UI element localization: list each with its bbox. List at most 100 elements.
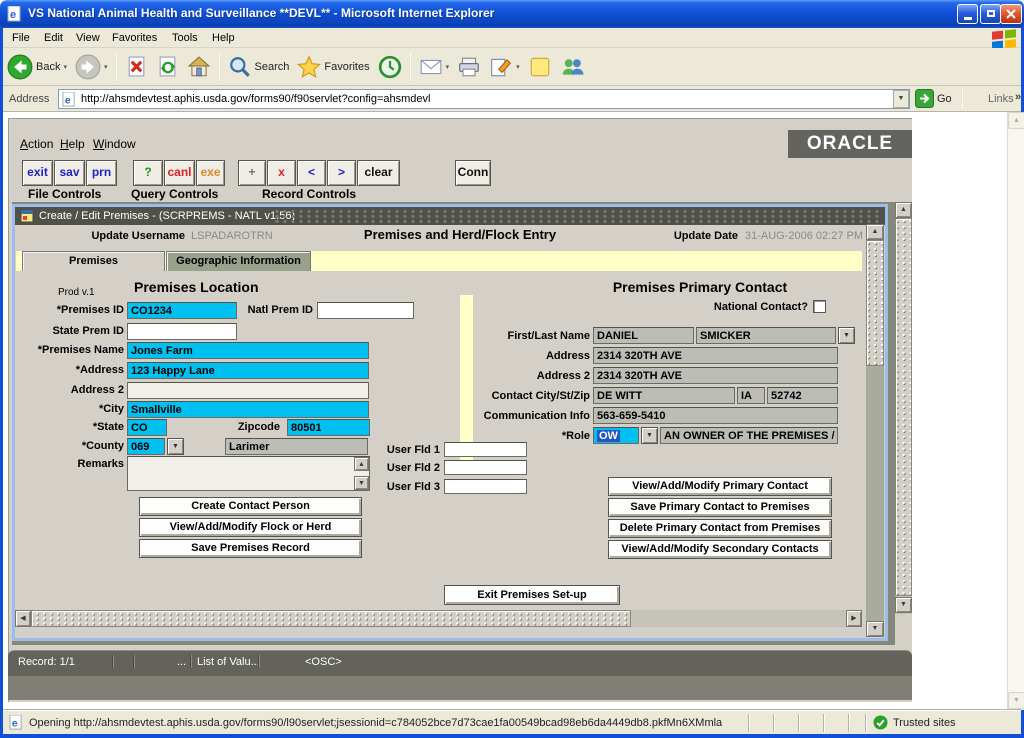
remarks-scroll-up-icon[interactable]: ▲ <box>354 457 369 471</box>
execute-query-button[interactable]: exe <box>196 160 225 186</box>
address-input[interactable]: e http://ahsmdevtest.aphis.usda.gov/form… <box>58 89 910 109</box>
horizontal-scrollbar-thumb[interactable] <box>31 610 631 627</box>
history-button[interactable] <box>374 53 406 81</box>
remarks-textarea[interactable] <box>127 456 370 491</box>
contact-address-field[interactable]: 2314 320TH AVE <box>593 347 838 364</box>
menu-file[interactable]: File <box>8 31 34 45</box>
inner-scroll-down-icon[interactable]: ▼ <box>866 621 884 637</box>
messenger-button[interactable] <box>556 53 588 81</box>
first-name-field[interactable]: DANIEL <box>593 327 694 344</box>
delete-record-button[interactable]: x <box>267 160 296 186</box>
add-record-button[interactable]: + <box>238 160 266 186</box>
applet-vertical-scrollbar-thumb[interactable] <box>895 218 912 596</box>
view-add-modify-secondary-contacts-button[interactable]: View/Add/Modify Secondary Contacts <box>608 540 832 559</box>
view-add-modify-primary-contact-button[interactable]: View/Add/Modify Primary Contact <box>608 477 832 496</box>
user-fld-3-field[interactable] <box>444 479 527 494</box>
restore-button[interactable] <box>980 4 1001 24</box>
next-record-button[interactable]: > <box>327 160 356 186</box>
save-premises-record-button[interactable]: Save Premises Record <box>139 539 362 558</box>
save-primary-contact-button[interactable]: Save Primary Contact to Premises <box>608 498 832 517</box>
favorites-button[interactable]: Favorites <box>293 53 373 81</box>
applet-scroll-up-icon[interactable]: ▲ <box>895 202 912 218</box>
contact-state-field[interactable]: IA <box>737 387 765 404</box>
delete-primary-contact-button[interactable]: Delete Primary Contact from Premises <box>608 519 832 538</box>
enter-query-button[interactable]: ? <box>133 160 163 186</box>
close-icon <box>1001 5 1021 23</box>
menu-tools[interactable]: Tools <box>168 31 202 45</box>
menu-favorites[interactable]: Favorites <box>108 31 161 45</box>
last-name-field[interactable]: SMICKER <box>696 327 836 344</box>
contact-address-label: Address <box>450 350 590 362</box>
conn-button[interactable]: Conn <box>455 160 491 186</box>
premises-id-field[interactable]: CO1234 <box>127 302 237 319</box>
user-fld-2-label: User Fld 2 <box>380 462 440 474</box>
save-button[interactable]: sav <box>54 160 85 186</box>
state-prem-id-field[interactable] <box>127 323 237 340</box>
premises-name-field[interactable]: Jones Farm <box>127 342 369 359</box>
back-button[interactable]: Back ▾ <box>3 52 71 82</box>
inner-scroll-up-icon[interactable]: ▲ <box>866 224 884 240</box>
browser-scrollbar[interactable]: ▲ ▼ <box>1007 112 1024 710</box>
user-fld-2-field[interactable] <box>444 460 527 475</box>
links-chevron-icon[interactable]: » <box>1015 91 1021 103</box>
communication-info-field[interactable]: 563-659-5410 <box>593 407 838 424</box>
county-field[interactable]: 069 <box>127 438 165 455</box>
contact-name-dropdown-button[interactable]: ▼ <box>838 327 855 344</box>
inner-vertical-scrollbar-thumb[interactable] <box>866 240 884 366</box>
user-fld-1-field[interactable] <box>444 442 527 457</box>
view-add-modify-flock-or-herd-button[interactable]: View/Add/Modify Flock or Herd <box>139 518 362 537</box>
tab-geographic-information[interactable]: Geographic Information <box>166 251 311 271</box>
applet-scroll-down-icon[interactable]: ▼ <box>895 597 912 613</box>
close-button[interactable] <box>1000 4 1022 24</box>
menu-help[interactable]: Help <box>208 31 239 45</box>
print-button[interactable] <box>453 53 485 81</box>
address2-field[interactable] <box>127 382 369 399</box>
links-label[interactable]: Links <box>988 93 1014 105</box>
scroll-right-icon[interactable]: ▶ <box>846 610 862 627</box>
county-dropdown-button[interactable]: ▼ <box>167 438 184 455</box>
scroll-left-icon[interactable]: ◀ <box>15 610 31 627</box>
stop-button[interactable] <box>121 53 152 80</box>
ie-window: e VS National Animal Health and Surveill… <box>0 0 1024 738</box>
go-button[interactable]: Go <box>915 89 952 108</box>
menu-view[interactable]: View <box>72 31 104 45</box>
city-field[interactable]: Smallville <box>127 401 369 418</box>
address-field[interactable]: 123 Happy Lane <box>127 362 369 379</box>
tab-premises[interactable]: Premises <box>22 251 165 271</box>
contact-city-field[interactable]: DE WITT <box>593 387 735 404</box>
home-button[interactable] <box>183 53 215 81</box>
role-dropdown-button[interactable]: ▼ <box>641 427 658 444</box>
mail-button[interactable]: ▾ <box>415 53 454 81</box>
zipcode-field[interactable]: 80501 <box>287 419 370 436</box>
print-record-button[interactable]: prn <box>86 160 117 186</box>
back-dropdown-icon: ▾ <box>63 63 67 71</box>
exit-button[interactable]: exit <box>22 160 53 186</box>
national-contact-checkbox[interactable] <box>813 300 826 313</box>
state-field[interactable]: CO <box>127 419 167 436</box>
cancel-query-button[interactable]: canl <box>164 160 195 186</box>
forward-button[interactable]: ▾ <box>71 52 112 82</box>
minimize-button[interactable] <box>957 4 978 24</box>
scroll-down-icon[interactable]: ▼ <box>1008 692 1024 709</box>
address-dropdown-icon[interactable]: ▼ <box>893 90 909 108</box>
refresh-button[interactable] <box>152 53 183 80</box>
notes-button[interactable] <box>524 53 556 81</box>
natl-prem-id-field[interactable] <box>317 302 414 319</box>
clear-button[interactable]: clear <box>357 160 400 186</box>
search-button[interactable]: Search <box>224 53 294 81</box>
create-contact-person-button[interactable]: Create Contact Person <box>139 497 362 516</box>
role-field[interactable]: OW <box>593 427 639 444</box>
exit-premises-setup-button[interactable]: Exit Premises Set-up <box>444 585 620 605</box>
previous-record-button[interactable]: < <box>297 160 326 186</box>
form-title: Premises and Herd/Flock Entry <box>330 227 590 242</box>
oracle-menu-action[interactable]: Action <box>20 137 53 151</box>
menu-edit[interactable]: Edit <box>40 31 67 45</box>
remarks-scroll-down-icon[interactable]: ▼ <box>354 476 369 490</box>
oracle-menu-window[interactable]: Window <box>93 137 136 151</box>
scroll-up-icon[interactable]: ▲ <box>1008 112 1024 129</box>
oracle-menu-help[interactable]: Help <box>60 137 85 151</box>
contact-zip-field[interactable]: 52742 <box>767 387 838 404</box>
edit-button[interactable]: ▾ <box>485 53 524 81</box>
list-of-values-indicator: List of Valu... <box>197 656 260 668</box>
contact-address2-field[interactable]: 2314 320TH AVE <box>593 367 838 384</box>
